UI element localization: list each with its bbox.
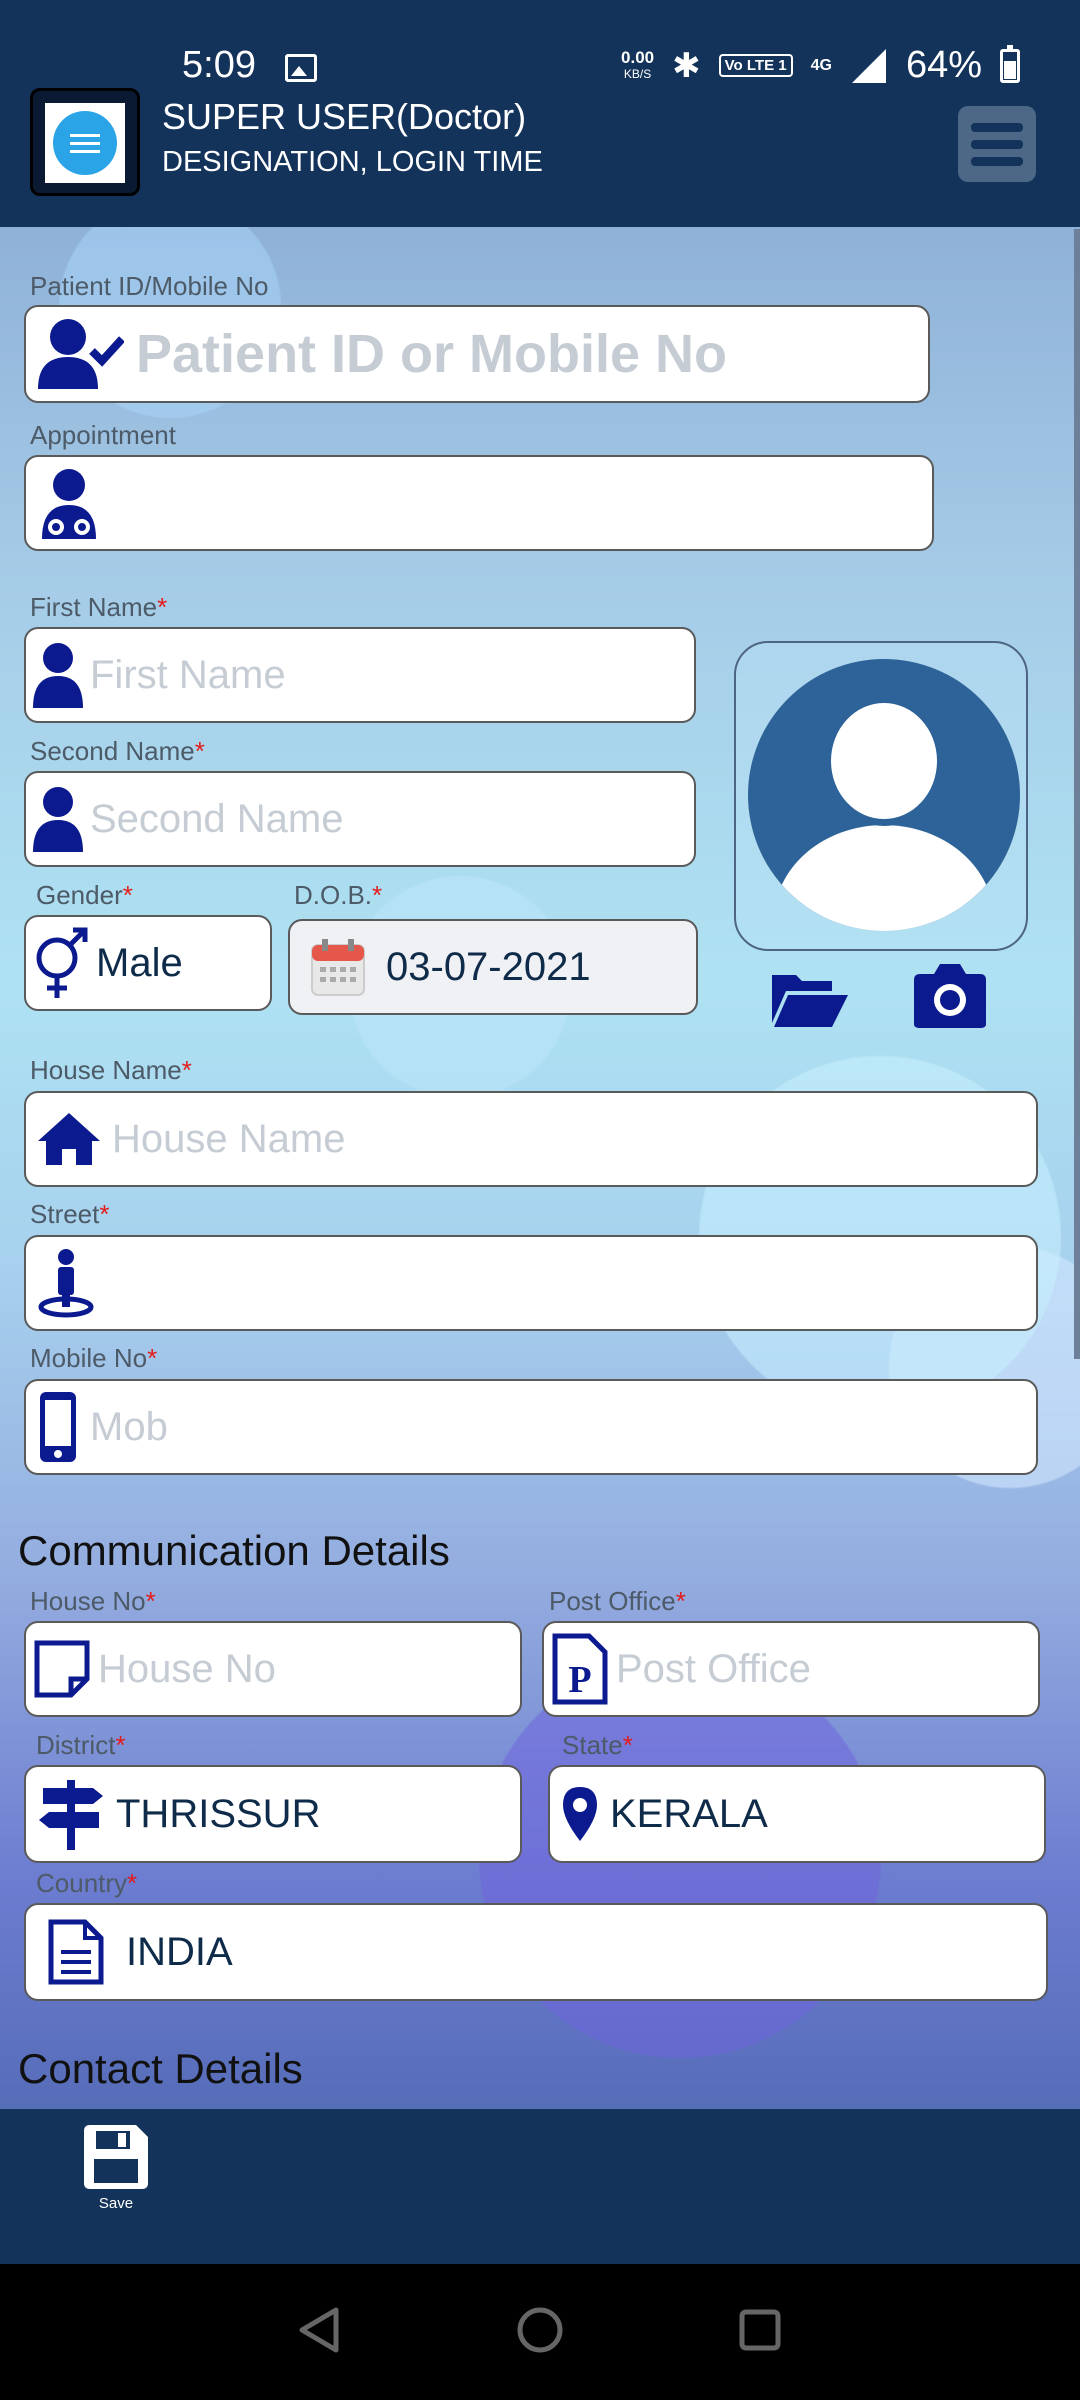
camera-icon[interactable]: [910, 962, 990, 1034]
signal-icon: [851, 48, 886, 83]
post-office-input[interactable]: P Post Office: [542, 1621, 1040, 1717]
appointment-label: Appointment: [30, 420, 176, 450]
user-icon: [26, 642, 90, 708]
user-icon: [26, 786, 90, 852]
battery-percent: 64%: [905, 44, 982, 86]
house-no-label: House No*: [30, 1586, 156, 1616]
bluetooth-icon: ✱: [672, 46, 701, 85]
mobile-label: Mobile No*: [30, 1343, 158, 1373]
post-office-label: Post Office*: [549, 1586, 686, 1616]
house-name-label: House Name*: [30, 1055, 192, 1085]
gender-label: Gender*: [36, 880, 133, 910]
recents-icon[interactable]: [738, 2308, 782, 2352]
state-select[interactable]: KERALA: [548, 1765, 1046, 1863]
signpost-icon: [26, 1778, 116, 1850]
country-select[interactable]: INDIA: [24, 1903, 1048, 2001]
street-input[interactable]: [24, 1235, 1038, 1331]
save-button[interactable]: Save: [76, 2121, 156, 2212]
sticky-note-icon: [26, 1639, 98, 1699]
house-no-input[interactable]: House No: [24, 1621, 522, 1717]
post-office-icon: P: [544, 1632, 616, 1706]
svg-text:P: P: [568, 1659, 591, 1701]
home-icon: [26, 1111, 112, 1167]
document-icon: [26, 1918, 126, 1986]
save-label: Save: [98, 2195, 134, 2212]
bottom-action-bar: Save: [0, 2109, 1080, 2264]
back-icon[interactable]: [296, 2306, 342, 2354]
house-name-input[interactable]: House Name: [24, 1091, 1038, 1187]
mobile-icon: [26, 1390, 90, 1464]
patient-id-label: Patient ID/Mobile No: [30, 271, 269, 301]
app-header: 5:09 0.00 KB/S ✱ Vo LTE 1 4G 64% SUPER U…: [0, 0, 1080, 227]
first-name-label: First Name*: [30, 592, 168, 622]
status-icons: 0.00 KB/S ✱ Vo LTE 1 4G 64%: [621, 44, 1020, 87]
user-designation: DESIGNATION, LOGIN TIME: [162, 146, 543, 178]
folder-open-icon[interactable]: [770, 967, 848, 1033]
scrollbar[interactable]: [1074, 229, 1080, 1359]
gender-icon: [26, 926, 96, 1000]
avatar-placeholder: [748, 659, 1020, 931]
system-nav-bar: [0, 2264, 1080, 2400]
menu-button[interactable]: [958, 106, 1036, 182]
street-view-icon: [26, 1247, 106, 1319]
first-name-input[interactable]: First Name: [24, 627, 696, 723]
state-label: State*: [562, 1730, 633, 1760]
appointment-input[interactable]: [24, 455, 934, 551]
district-select[interactable]: THRISSUR: [24, 1765, 522, 1863]
user-check-icon: [26, 317, 136, 391]
contact-title: Contact Details: [18, 2045, 303, 2092]
battery-icon: [1000, 44, 1020, 83]
patient-photo[interactable]: [734, 641, 1028, 951]
user-name: SUPER USER(Doctor): [162, 96, 527, 137]
street-label: Street*: [30, 1199, 110, 1229]
country-label: Country*: [36, 1868, 138, 1898]
net-speed: 0.00 KB/S: [621, 47, 655, 81]
volte-icon: Vo LTE 1: [718, 54, 793, 77]
calendar-icon: [290, 937, 386, 997]
map-pin-icon: [550, 1785, 610, 1843]
dob-label: D.O.B.*: [294, 880, 383, 910]
patient-id-input[interactable]: Patient ID or Mobile No: [24, 305, 930, 403]
second-name-input[interactable]: Second Name: [24, 771, 696, 867]
home-nav-icon[interactable]: [516, 2306, 564, 2354]
patient-form: Patient ID/Mobile No Patient ID or Mobil…: [0, 227, 1080, 2109]
floppy-disk-icon: [84, 2125, 148, 2189]
second-name-label: Second Name*: [30, 736, 205, 766]
status-time: 5:09: [182, 44, 256, 86]
district-label: District*: [36, 1730, 126, 1760]
app-logo: [30, 88, 140, 196]
doctor-icon: [26, 467, 112, 539]
dob-picker[interactable]: 03-07-2021: [288, 919, 698, 1015]
network-type: 4G: [810, 56, 832, 74]
mobile-input[interactable]: Mob: [24, 1379, 1038, 1475]
gallery-notification-icon: [285, 54, 317, 82]
gender-select[interactable]: Male: [24, 915, 272, 1011]
communication-title: Communication Details: [18, 1527, 450, 1574]
